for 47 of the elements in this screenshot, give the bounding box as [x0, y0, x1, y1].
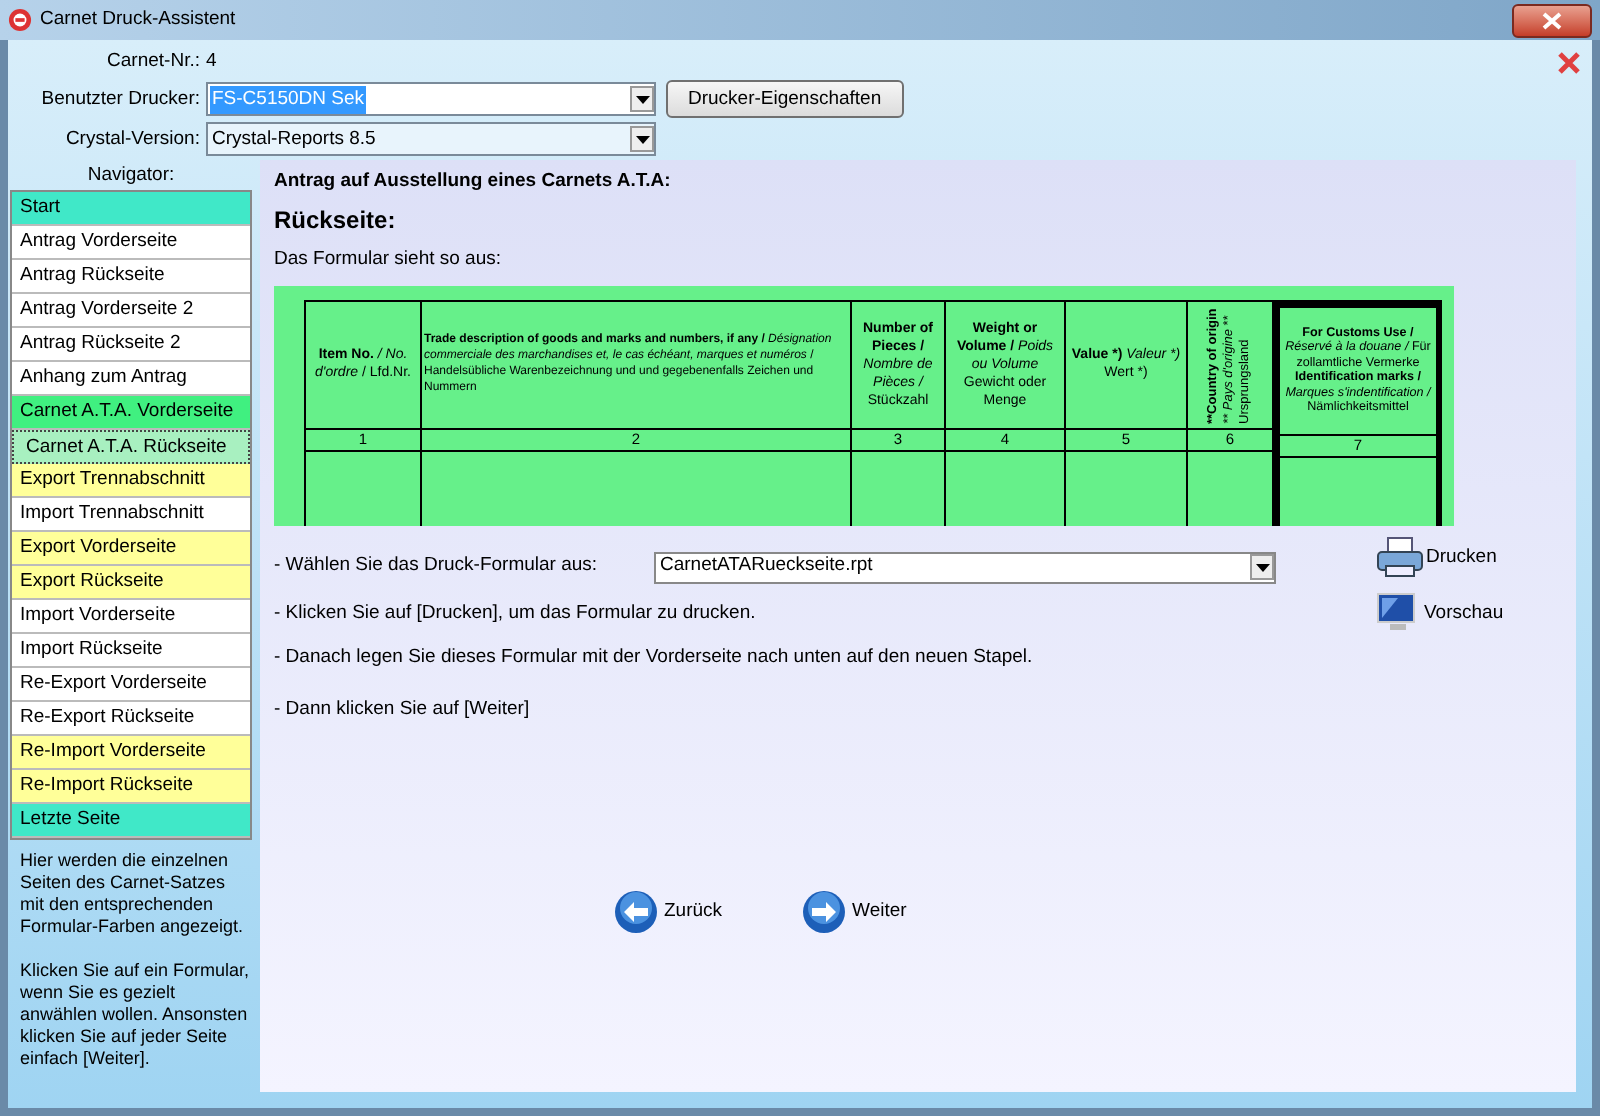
back-button[interactable]: Zurück — [614, 890, 723, 934]
carnet-number-value: 4 — [206, 48, 219, 76]
instruction-text: - Dann klicken Sie auf [Weiter] — [274, 696, 530, 724]
navigator-item[interactable]: Carnet A.T.A. Rückseite — [12, 430, 250, 464]
navigator-title: Navigator: — [85, 162, 177, 190]
crystal-version-label: Crystal-Version: — [63, 125, 200, 154]
navigator-item[interactable]: Antrag Vorderseite 2 — [12, 294, 250, 328]
navigator-item[interactable]: Export Trennabschnitt — [12, 464, 250, 498]
close-button[interactable] — [1512, 3, 1592, 37]
preview-button[interactable]: Vorschau — [1376, 592, 1504, 636]
help-text: Klicken Sie auf ein Formular, wenn Sie es gezielt anwählen wollen. Ansonsten klicken Sie auf jeder Seite einfach [Weiter]. — [20, 960, 252, 1070]
navigator-item[interactable]: Start — [12, 192, 250, 226]
navigator-item[interactable]: Re-Import Rückseite — [12, 770, 250, 804]
navigator-item[interactable]: Carnet A.T.A. Vorderseite — [12, 396, 250, 430]
close-icon[interactable] — [1558, 52, 1580, 74]
navigator-item[interactable]: Re-Export Rückseite — [12, 702, 250, 736]
navigator-item[interactable]: Import Trennabschnitt — [12, 498, 250, 532]
carnet-number-label: Carnet-Nr.: — [105, 48, 200, 76]
navigator-item[interactable]: Antrag Vorderseite — [12, 226, 250, 260]
printer-icon — [1376, 536, 1424, 580]
navigator-item[interactable]: Re-Export Vorderseite — [12, 668, 250, 702]
intro-text: Das Formular sieht so aus: — [274, 246, 504, 275]
form-select-dropdown[interactable]: CarnetATARueckseite.rpt — [654, 551, 1276, 583]
crystal-version-dropdown[interactable]: Crystal-Reports 8.5 — [206, 122, 656, 157]
instruction-text: - Klicken Sie auf [Drucken], um das Formular zu drucken. — [274, 599, 756, 627]
navigator-item[interactable]: Re-Import Vorderseite — [12, 736, 250, 770]
form-select-label: - Wählen Sie das Druck-Formular aus: — [274, 552, 600, 581]
navigator-item[interactable]: Antrag Rückseite 2 — [12, 328, 250, 362]
navigator-item[interactable]: Export Rückseite — [12, 566, 250, 600]
help-text: Hier werden die einzelnen Seiten des Carnet-Satzes mit den entsprechenden Formular-Farben angezeigt. — [20, 850, 246, 938]
page-heading: Antrag auf Ausstellung eines Carnets A.T.A: — [274, 168, 673, 196]
printer-label: Benutzter Drucker: — [39, 85, 200, 114]
close-icon — [1542, 11, 1562, 29]
navigator-item[interactable]: Antrag Rückseite — [12, 260, 250, 294]
navigator-item[interactable]: Export Vorderseite — [12, 532, 250, 566]
printer-properties-button[interactable]: Drucker-Eigenschaften — [666, 80, 904, 119]
print-button[interactable]: Drucken — [1376, 536, 1504, 580]
window-title: Carnet Druck-Assistent — [40, 5, 236, 34]
monitor-icon — [1376, 592, 1420, 636]
instruction-text: - Danach legen Sie dieses Formular mit der Vorderseite nach unten auf den neuen Stapel. — [274, 643, 1033, 672]
navigator-item[interactable]: Letzte Seite — [12, 804, 250, 838]
page-subheading: Rückseite: — [274, 204, 398, 239]
navigator-item[interactable]: Anhang zum Antrag — [12, 362, 250, 396]
navigator-item[interactable]: Import Vorderseite — [12, 600, 250, 634]
navigator-item[interactable]: Import Rückseite — [12, 634, 250, 668]
app-icon — [8, 8, 32, 32]
next-button[interactable]: Weiter — [802, 890, 907, 934]
